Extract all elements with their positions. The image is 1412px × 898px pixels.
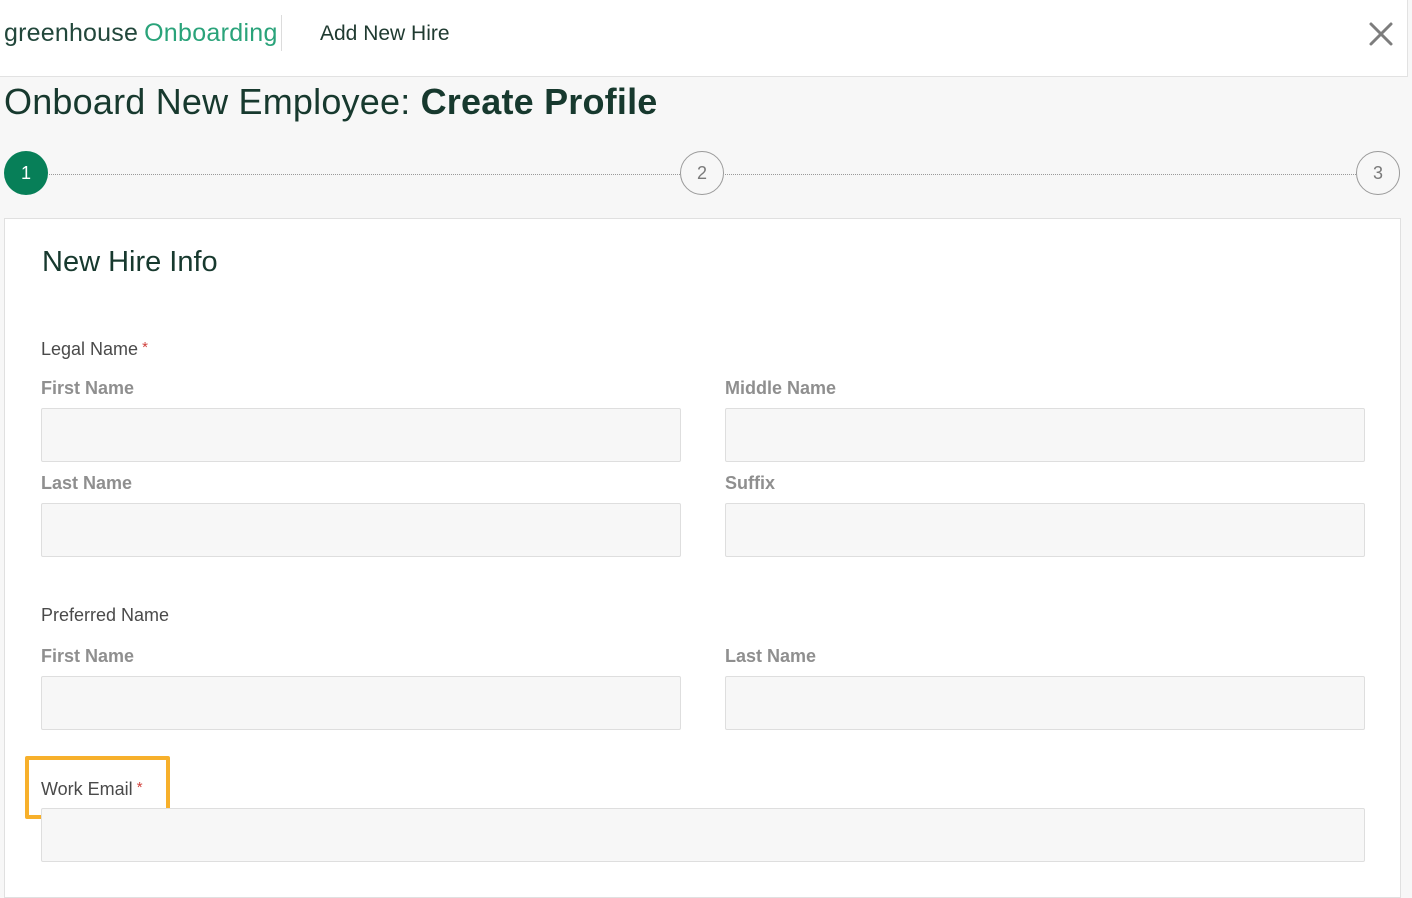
legal-last-name-input[interactable]: [41, 503, 681, 557]
step-3[interactable]: 3: [1356, 151, 1400, 195]
app-logo[interactable]: greenhouse Onboarding: [4, 16, 278, 50]
header-title: Add New Hire: [320, 22, 450, 45]
work-email-label: Work Email *: [41, 777, 143, 800]
legal-name-label: Legal Name *: [41, 337, 148, 360]
page-title: Onboard New Employee: Create Profile: [4, 80, 658, 124]
close-icon: [1369, 22, 1393, 46]
close-button[interactable]: [1366, 19, 1396, 49]
step-1[interactable]: 1: [4, 151, 48, 195]
new-hire-info-card: New Hire Info Legal Name * First Name Mid…: [4, 218, 1401, 898]
step-connector-2-3: [725, 174, 1356, 175]
legal-middle-name-input[interactable]: [725, 408, 1365, 462]
page-title-prefix: Onboard New Employee:: [4, 81, 421, 122]
work-email-input[interactable]: [41, 808, 1365, 862]
legal-last-name-label: Last Name: [41, 473, 133, 493]
legal-suffix-label: Suffix: [725, 473, 776, 493]
legal-first-name-label: First Name: [41, 378, 135, 398]
logo-brand-text: greenhouse: [4, 19, 139, 47]
preferred-first-name-label: First Name: [41, 646, 135, 666]
step-2[interactable]: 2: [680, 151, 724, 195]
legal-suffix-input[interactable]: [725, 503, 1365, 557]
preferred-last-name-label: Last Name: [725, 646, 817, 666]
progress-stepper: 1 2 3: [0, 148, 1412, 200]
work-email-label-text: Work Email: [41, 779, 133, 799]
required-marker: *: [142, 339, 148, 356]
preferred-last-name-input[interactable]: [725, 676, 1365, 730]
logo-product-text: Onboarding: [144, 19, 278, 47]
legal-first-name-input[interactable]: [41, 408, 681, 462]
page-title-step: Create Profile: [420, 81, 658, 122]
top-bar: greenhouse Onboarding Add New Hire: [0, 0, 1408, 77]
section-title: New Hire Info: [42, 246, 218, 278]
step-connector-1-2: [49, 174, 680, 175]
legal-name-label-text: Legal Name: [41, 339, 139, 359]
legal-middle-name-label: Middle Name: [725, 378, 837, 398]
preferred-first-name-input[interactable]: [41, 676, 681, 730]
required-marker: *: [136, 779, 143, 796]
header-divider: [281, 15, 282, 51]
preferred-name-label: Preferred Name: [41, 605, 170, 625]
